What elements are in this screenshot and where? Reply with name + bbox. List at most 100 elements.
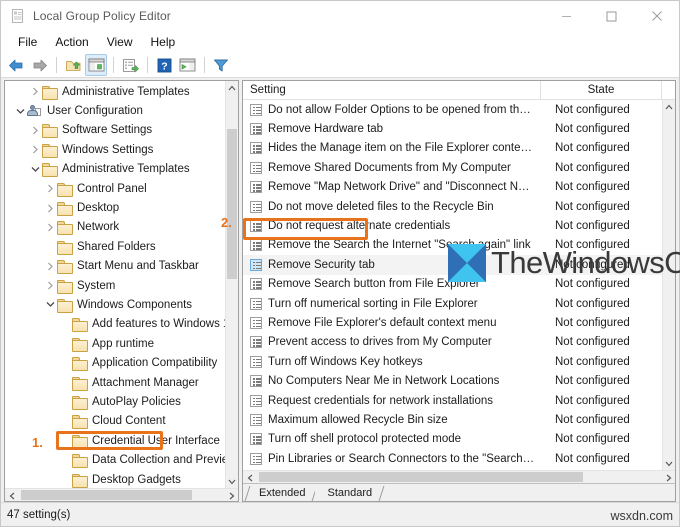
tree-item-shared-folders[interactable]: Shared Folders [5, 237, 225, 256]
list-scroll-up-icon[interactable] [663, 100, 675, 113]
folder-icon [72, 473, 89, 488]
tree-item-administrative-templates[interactable]: Administrative Templates [5, 160, 225, 179]
chevron-down-icon[interactable] [28, 161, 42, 177]
tab-standard[interactable]: Standard [315, 486, 385, 501]
policy-setting-icon [250, 161, 262, 174]
forward-arrow-icon[interactable] [28, 54, 50, 76]
tree-scroll-area: Administrative Templates User Configurati… [5, 81, 238, 488]
tree-item-desktop[interactable]: Desktop [5, 198, 225, 217]
list-row[interactable]: Turn off numerical sorting in File Explo… [243, 294, 662, 313]
list-row[interactable]: Hides the Manage item on the File Explor… [243, 139, 662, 158]
list-row[interactable]: Turn off shell protocol protected mode No… [243, 430, 662, 449]
list-row[interactable]: Pin Libraries or Search Connectors to th… [243, 449, 662, 468]
chevron-down-icon[interactable] [43, 297, 57, 313]
maximize-button[interactable] [589, 1, 634, 31]
list-row[interactable]: Do not allow Folder Options to be opened… [243, 100, 662, 119]
folder-icon [57, 182, 74, 197]
folder-icon [57, 279, 74, 294]
tree-item-network[interactable]: Network [5, 218, 225, 237]
tree-twisty-spacer [43, 239, 57, 255]
policy-editor-icon [10, 8, 26, 24]
tree-item-add-features-to-windows-10[interactable]: Add features to Windows 10 [5, 315, 225, 334]
list-scroll-down-icon[interactable] [663, 457, 675, 470]
menu-help[interactable]: Help [142, 33, 185, 52]
show-hide-console-tree-icon[interactable] [85, 54, 107, 76]
toolbar-separator [147, 57, 148, 73]
list-row[interactable]: No Computers Near Me in Network Location… [243, 371, 662, 390]
show-hide-action-pane-icon[interactable] [176, 54, 198, 76]
tree-item-software-settings[interactable]: Software Settings [5, 121, 225, 140]
column-header-setting[interactable]: Setting [243, 80, 541, 100]
list-row[interactable]: Maximum allowed Recycle Bin size Not conf… [243, 410, 662, 429]
tree-item-label: Data Collection and Preview Bu [92, 454, 225, 467]
tree-scroll-left-icon[interactable] [5, 489, 18, 502]
tree-item-label: Software Settings [62, 124, 153, 137]
toolbar-separator [56, 57, 57, 73]
tab-extended[interactable]: Extended [244, 486, 318, 501]
close-button[interactable] [634, 1, 679, 31]
chevron-right-icon[interactable] [43, 181, 57, 197]
tree-vertical-scrollbar[interactable] [225, 81, 238, 488]
tree-item-application-compatibility[interactable]: Application Compatibility [5, 353, 225, 372]
tree-scroll-thumb[interactable] [227, 129, 237, 279]
title-bar: Local Group Policy Editor [1, 1, 679, 31]
list-row[interactable]: Remove Search button from File Explorer N… [243, 275, 662, 294]
menu-action[interactable]: Action [46, 33, 97, 52]
up-one-level-icon[interactable] [62, 54, 84, 76]
tree-twisty-spacer [58, 472, 72, 488]
list-row[interactable]: Remove File Explorer's default context m… [243, 313, 662, 332]
chevron-right-icon[interactable] [43, 278, 57, 294]
list-row[interactable]: Prevent access to drives from My Compute… [243, 333, 662, 352]
chevron-right-icon[interactable] [43, 200, 57, 216]
list-row[interactable]: Remove Hardware tab Not configured [243, 119, 662, 138]
tree-item-control-panel[interactable]: Control Panel [5, 179, 225, 198]
minimize-button[interactable] [544, 1, 589, 31]
tree-item-administrative-templates[interactable]: Administrative Templates [5, 82, 225, 101]
list-row[interactable]: Turn off Windows Key hotkeys Not configur… [243, 352, 662, 371]
tree-scroll-up-icon[interactable] [226, 81, 238, 94]
menu-file[interactable]: File [9, 33, 46, 52]
tree-item-windows-settings[interactable]: Windows Settings [5, 140, 225, 159]
help-icon[interactable]: ? [153, 54, 175, 76]
list-vertical-scrollbar[interactable] [662, 100, 675, 470]
tree-item-cloud-content[interactable]: Cloud Content [5, 412, 225, 431]
list-horizontal-scrollbar[interactable] [243, 470, 675, 483]
chevron-right-icon[interactable] [28, 122, 42, 138]
setting-name: Remove "Map Network Drive" and "Disconne… [268, 181, 541, 194]
setting-state: Not configured [555, 375, 630, 388]
export-list-icon[interactable] [119, 54, 141, 76]
tree-item-app-runtime[interactable]: App runtime [5, 334, 225, 353]
tree-scroll-down-icon[interactable] [226, 475, 238, 488]
list-row[interactable]: Remove Security tab Not configured [243, 255, 662, 275]
tree-item-windows-components[interactable]: Windows Components [5, 295, 225, 314]
back-arrow-icon[interactable] [5, 54, 27, 76]
tree-item-desktop-gadgets[interactable]: Desktop Gadgets [5, 470, 225, 488]
list-row[interactable]: Remove "Map Network Drive" and "Disconne… [243, 178, 662, 197]
filter-icon[interactable] [210, 54, 232, 76]
menu-view[interactable]: View [98, 33, 142, 52]
tree-item-attachment-manager[interactable]: Attachment Manager [5, 373, 225, 392]
list-row[interactable]: Remove the Search the Internet "Search a… [243, 236, 662, 255]
tree-item-data-collection-and-preview-bu[interactable]: Data Collection and Preview Bu [5, 450, 225, 469]
chevron-right-icon[interactable] [28, 142, 42, 158]
tree-horizontal-scrollbar[interactable] [5, 488, 238, 501]
chevron-right-icon[interactable] [43, 219, 57, 235]
list-row[interactable]: Do not request alternate credentials Not … [243, 216, 662, 235]
tree-item-label: Network [77, 221, 120, 234]
chevron-right-icon[interactable] [43, 258, 57, 274]
list-row[interactable]: Request credentials for network installa… [243, 391, 662, 410]
chevron-right-icon[interactable] [28, 84, 42, 100]
tree-item-system[interactable]: System [5, 276, 225, 295]
tab-standard-label: Standard [327, 487, 373, 499]
list-hscroll-thumb[interactable] [259, 472, 583, 482]
tree-item-user-configuration[interactable]: User Configuration [5, 101, 225, 120]
tree-item-autoplay-policies[interactable]: AutoPlay Policies [5, 392, 225, 411]
column-header-state[interactable]: State [541, 80, 662, 100]
list-row[interactable]: Do not move deleted files to the Recycle… [243, 197, 662, 216]
tree-scroll-right-icon[interactable] [225, 489, 238, 502]
tree-item-start-menu-and-taskbar[interactable]: Start Menu and Taskbar [5, 257, 225, 276]
list-row[interactable]: Remove Shared Documents from My Computer… [243, 158, 662, 177]
policy-setting-icon [250, 375, 262, 388]
chevron-down-icon[interactable] [13, 103, 27, 119]
tree-hscroll-thumb[interactable] [21, 490, 192, 500]
